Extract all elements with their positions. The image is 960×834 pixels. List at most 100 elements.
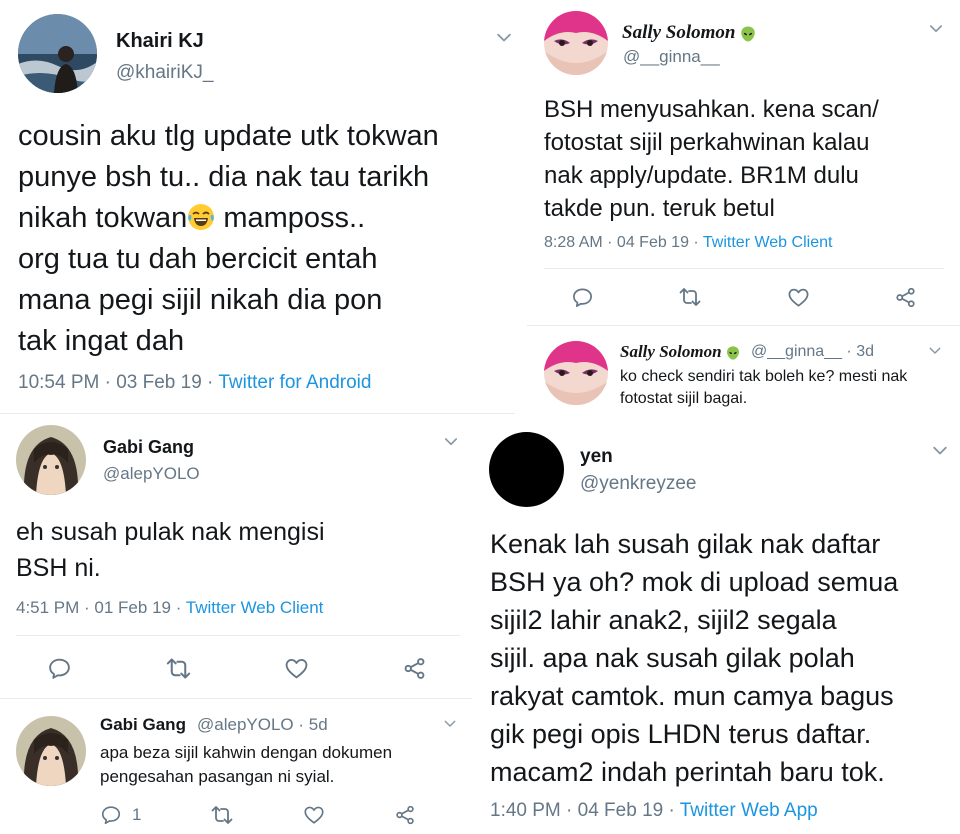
alien-emoji [739, 25, 757, 43]
author-handle[interactable]: @alepYOLO [103, 464, 200, 484]
reply-text: apa beza sijil kahwin dengan dokumen pen… [100, 741, 470, 789]
divider [0, 698, 472, 699]
reply-icon [571, 286, 594, 309]
author-handle[interactable]: @khairiKJ_ [116, 62, 213, 84]
chevron-down-icon[interactable] [442, 716, 458, 732]
reply-button[interactable]: 1 [100, 804, 141, 826]
share-icon [894, 286, 917, 309]
reply-meta[interactable]: @__ginna__ · 3d [751, 343, 874, 361]
share-button[interactable] [394, 804, 416, 826]
reply-line: pengesahan pasangan ni syial. [100, 767, 335, 786]
retweet-button[interactable] [210, 803, 234, 827]
laughing-tears-emoji [188, 204, 215, 230]
author-handle[interactable]: @yenkreyzee [580, 473, 696, 495]
source-link[interactable]: Twitter for Android [218, 372, 371, 393]
tweet-actions [571, 285, 917, 309]
retweet-button[interactable] [165, 655, 192, 682]
author-handle[interactable]: @__ginna__ [623, 47, 720, 67]
author-name-text: Sally Solomon [620, 342, 722, 361]
heart-icon [787, 286, 810, 309]
reply-count: 1 [132, 805, 142, 824]
tweet-line: punye bsh tu.. dia nak tau tarikh [18, 161, 430, 193]
tweet-line: nak apply/update. BR1M dulu [544, 162, 859, 189]
avatar[interactable] [544, 11, 608, 75]
tweet-panel-gabi: Gabi Gang @alepYOLO eh susah pulak nak m… [0, 421, 472, 834]
tweet-line: macam2 indah perintah baru tok. [490, 757, 885, 787]
tweet-text: cousin aku tlg update utk tokwan punye b… [18, 116, 515, 362]
share-button[interactable] [894, 286, 917, 309]
tweet-line: nikah tokwan mamposs.. [18, 198, 515, 239]
divider [0, 413, 515, 414]
timestamp-text[interactable]: 8:28 AM · 04 Feb 19 · [544, 234, 703, 251]
tweet-line: sijil. apa nak susah gilak polah [490, 643, 855, 673]
like-button[interactable] [284, 656, 309, 681]
source-link[interactable]: Twitter Web App [680, 800, 818, 821]
retweet-button[interactable] [678, 285, 702, 309]
author-name[interactable]: yen [580, 446, 613, 468]
retweet-icon [210, 803, 234, 827]
tweet-actions [47, 655, 427, 681]
avatar[interactable] [16, 716, 86, 786]
tweet-line: Kenak lah susah gilak nak daftar [490, 529, 881, 559]
tweet-line: sijil2 lahir anak2, sijil2 segala [490, 605, 837, 635]
heart-icon [284, 656, 309, 681]
reply-actions: 1 [100, 803, 416, 827]
divider [16, 635, 460, 636]
timestamp-text[interactable]: 4:51 PM · 01 Feb 19 · [16, 598, 186, 617]
retweet-icon [678, 285, 702, 309]
avatar[interactable] [544, 341, 608, 405]
author-name-text: Sally Solomon [622, 22, 736, 43]
avatar[interactable] [18, 14, 97, 93]
retweet-icon [165, 655, 192, 682]
tweet-panel-khairi: Khairi KJ @khairiKJ_ cousin aku tlg upda… [0, 0, 515, 415]
tweet-text: Kenak lah susah gilak nak daftar BSH ya … [490, 525, 960, 791]
reply-icon [100, 804, 122, 826]
tweet-text: eh susah pulak nak mengisi BSH ni. [16, 514, 466, 586]
like-button[interactable] [787, 286, 810, 309]
reply-icon [47, 656, 72, 681]
avatar[interactable] [489, 432, 564, 507]
divider [544, 268, 944, 269]
reply-author-name[interactable]: Gabi Gang [100, 715, 186, 735]
tweet-line: gik pegi opis LHDN terus daftar. [490, 719, 872, 749]
tweet-line: BSH ya oh? mok di upload semua [490, 567, 899, 597]
author-name[interactable]: Gabi Gang [103, 437, 194, 458]
timestamp-text[interactable]: 10:54 PM · 03 Feb 19 · [18, 372, 218, 393]
heart-icon [303, 804, 325, 826]
avatar[interactable] [16, 425, 86, 495]
tweet-line: mana pegi sijil nikah dia pon [18, 284, 383, 316]
chevron-down-icon[interactable] [442, 433, 460, 451]
source-link[interactable]: Twitter Web Client [186, 598, 324, 617]
tweet-panel-yen: yen @yenkreyzee Kenak lah susah gilak na… [474, 421, 960, 834]
tweet-timestamp: 8:28 AM · 04 Feb 19 · Twitter Web Client [544, 234, 832, 252]
tweet-line: org tua tu dah bercicit entah [18, 243, 378, 275]
reply-button[interactable] [571, 286, 594, 309]
author-name[interactable]: Khairi KJ [116, 30, 204, 53]
chevron-down-icon[interactable] [930, 441, 950, 461]
tweet-timestamp: 10:54 PM · 03 Feb 19 · Twitter for Andro… [18, 372, 371, 394]
reply-line: fotostat sijil bagai. [620, 390, 748, 407]
tweet-line: BSH ni. [16, 554, 101, 582]
reply-button[interactable] [47, 656, 72, 681]
like-button[interactable] [303, 804, 325, 826]
tweet-line: rakyat camtok. mun camya bagus [490, 681, 894, 711]
tweet-timestamp: 4:51 PM · 01 Feb 19 · Twitter Web Client [16, 598, 323, 618]
chevron-down-icon[interactable] [927, 343, 943, 359]
share-button[interactable] [402, 656, 427, 681]
chevron-down-icon[interactable] [927, 20, 945, 38]
source-link[interactable]: Twitter Web Client [703, 234, 833, 251]
reply-line: apa beza sijil kahwin dengan dokumen [100, 743, 393, 762]
chevron-down-icon[interactable] [494, 28, 514, 48]
reply-text: ko check sendiri tak boleh ke? mesti nak… [620, 366, 960, 410]
timestamp-text[interactable]: 1:40 PM · 04 Feb 19 · [490, 800, 680, 821]
author-name[interactable]: Sally Solomon [622, 22, 757, 44]
tweet-text-segment: mamposs.. [215, 202, 366, 234]
tweet-line: cousin aku tlg update utk tokwan [18, 120, 439, 152]
reply-author-name[interactable]: Sally Solomon [620, 342, 741, 362]
alien-emoji [725, 345, 741, 361]
tweet-line: fotostat sijil perkahwinan kalau [544, 129, 870, 156]
tweet-line: tak ingat dah [18, 325, 185, 357]
tweet-line: BSH menyusahkan. kena scan/ [544, 96, 879, 123]
tweet-text: BSH menyusahkan. kena scan/ fotostat sij… [544, 93, 954, 225]
reply-meta[interactable]: @alepYOLO · 5d [197, 715, 328, 735]
